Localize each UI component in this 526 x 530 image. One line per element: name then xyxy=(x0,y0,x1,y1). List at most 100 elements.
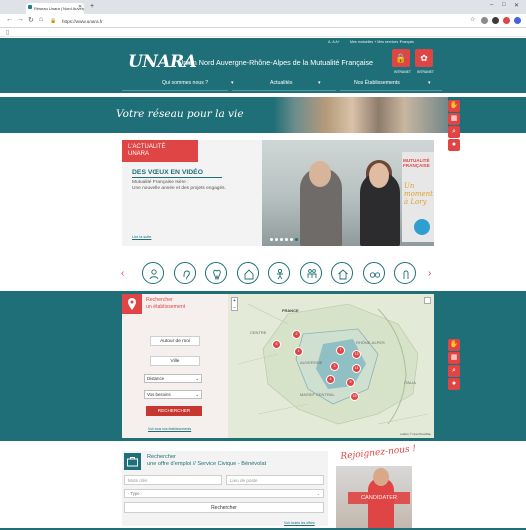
map-cluster[interactable]: 4 xyxy=(326,375,335,384)
zoom-control[interactable]: + − xyxy=(231,297,238,311)
slide-dot[interactable] xyxy=(290,238,293,241)
poster-script: Un moment à Lory xyxy=(404,182,433,206)
map-label: CENTRE xyxy=(250,330,267,335)
building-icon[interactable]: ▦ xyxy=(448,113,460,125)
map-cluster[interactable]: 2 xyxy=(292,330,301,339)
lock-icon: 🔒 xyxy=(395,53,407,63)
extension-icon[interactable] xyxy=(481,17,488,24)
briefcase-icon xyxy=(124,453,141,470)
family-icon[interactable] xyxy=(300,262,322,284)
favicon-icon xyxy=(28,5,32,9)
map-label: MASSIF CENTRAL xyxy=(300,392,335,397)
zoom-out-button[interactable]: − xyxy=(232,305,237,312)
finder-title: Rechercher xyxy=(146,297,173,303)
home-icon[interactable]: ⌂ xyxy=(39,16,43,23)
around-me-button[interactable]: Autour de moi xyxy=(150,336,200,346)
menu-about[interactable]: Qui sommes nous ? xyxy=(162,80,208,86)
search-button[interactable]: RECHERCHER xyxy=(146,406,202,416)
map-attribution[interactable]: Leaflet | © OpenStreetMap xyxy=(400,433,431,436)
fullscreen-icon[interactable] xyxy=(424,297,431,304)
distance-select[interactable]: Distance ⌄ xyxy=(144,374,202,383)
hook-icon[interactable] xyxy=(394,262,416,284)
menu-divider xyxy=(122,90,228,91)
extension-icon[interactable] xyxy=(492,17,499,24)
close-window-icon[interactable]: ✕ xyxy=(514,2,519,9)
child-icon[interactable] xyxy=(268,262,290,284)
forward-arrow-icon[interactable]: → xyxy=(17,16,24,23)
home-care-icon[interactable] xyxy=(237,262,259,284)
map-cluster[interactable]: 9 xyxy=(346,378,355,387)
browser-tab[interactable]: Réseau Unara | Nord Auvergne xyxy=(26,3,84,14)
location-pin-icon[interactable]: ● xyxy=(448,139,460,151)
search-icon[interactable]: ⌕ xyxy=(448,126,460,138)
type-select[interactable]: - Type - ⌄ xyxy=(124,489,324,498)
news-tag-subtitle: UNARA xyxy=(128,151,150,157)
slide-dot[interactable] xyxy=(275,238,278,241)
map-cluster[interactable]: 7 xyxy=(336,346,345,355)
apply-button[interactable]: CANDIDATER xyxy=(348,492,410,504)
menu-establishments[interactable]: Nos Établissements xyxy=(354,80,400,86)
font-size-toggle[interactable]: A- A A+ xyxy=(328,40,340,44)
slide-dot-active[interactable] xyxy=(295,238,298,241)
house-icon[interactable] xyxy=(331,262,353,284)
language-select[interactable]: Français xyxy=(400,40,414,44)
all-offers-link[interactable]: Voir toutes les offres xyxy=(284,521,315,525)
slide-dot[interactable] xyxy=(270,238,273,241)
finder-subtitle: un établissement xyxy=(146,304,186,310)
intranet-button[interactable]: 🔒 xyxy=(392,49,410,67)
map-cluster[interactable]: 6 xyxy=(272,340,281,349)
bookmark-folder-icon[interactable]: ▯ xyxy=(6,29,9,36)
all-establishments-link[interactable]: Voir tous nos établissements xyxy=(148,427,191,431)
handshake-icon[interactable]: ✋ xyxy=(448,100,460,112)
slide-dot[interactable] xyxy=(285,238,288,241)
map-cluster[interactable]: 15 xyxy=(350,392,359,401)
handshake-icon[interactable]: ✋ xyxy=(448,339,460,351)
hero-photo xyxy=(274,97,448,133)
jobs-search-button[interactable]: Rechercher xyxy=(124,502,324,513)
maximize-icon[interactable]: □ xyxy=(502,2,506,8)
building-icon[interactable]: ▦ xyxy=(448,352,460,364)
minimize-icon[interactable]: – xyxy=(490,2,493,8)
chevron-down-icon: ⌄ xyxy=(195,392,199,397)
slide-dot[interactable] xyxy=(280,238,283,241)
extension-icon[interactable] xyxy=(503,17,510,24)
map-cluster[interactable]: 14 xyxy=(352,364,361,373)
location-pin-icon xyxy=(122,294,142,314)
needs-select[interactable]: Vos besoins ⌄ xyxy=(144,390,202,399)
dental-icon[interactable] xyxy=(205,262,227,284)
tab-close-icon[interactable]: ✕ xyxy=(78,4,82,10)
keywords-input[interactable]: Mots clés xyxy=(124,475,222,485)
menu-news[interactable]: Actualités xyxy=(270,80,293,86)
carousel-next-icon[interactable]: › xyxy=(428,268,431,279)
city-field[interactable]: Ville xyxy=(150,356,200,366)
care-icon[interactable] xyxy=(142,262,164,284)
carousel-prev-icon[interactable]: ‹ xyxy=(121,268,124,279)
reload-icon[interactable]: ↻ xyxy=(28,16,34,24)
address-bar[interactable]: https://www.unara.fr xyxy=(62,17,422,26)
new-tab-icon[interactable]: + xyxy=(90,3,94,10)
hearing-icon[interactable] xyxy=(174,262,196,284)
chevron-down-icon: ▾ xyxy=(231,80,234,86)
news-headline[interactable]: DES VŒUX EN VIDÉO xyxy=(132,169,203,176)
map-cluster[interactable]: 3 xyxy=(330,362,339,371)
map-cluster[interactable]: 13 xyxy=(352,350,361,359)
news-tag-title: L'ACTUALITÉ xyxy=(128,144,166,150)
location-pin-icon[interactable]: ● xyxy=(448,378,460,390)
network-button[interactable]: ✿ xyxy=(415,49,433,67)
network-label: INTRANET xyxy=(417,70,434,74)
hero-slogan: Votre réseau pour la vie xyxy=(116,108,244,120)
map-cluster[interactable]: 1 xyxy=(294,347,303,356)
star-icon[interactable]: ☆ xyxy=(470,16,475,23)
needs-value: Vos besoins xyxy=(147,392,171,397)
read-more-link[interactable]: Lire la suite xyxy=(132,235,151,239)
search-icon[interactable]: ⌕ xyxy=(448,365,460,377)
lock-icon: 🔒 xyxy=(50,18,57,24)
place-input[interactable]: Lieu de poste xyxy=(226,475,324,485)
map-label: ITALIA xyxy=(404,380,416,385)
profile-icon[interactable] xyxy=(514,17,521,24)
menu-divider xyxy=(232,90,336,91)
optical-icon[interactable] xyxy=(363,262,385,284)
back-arrow-icon[interactable]: ← xyxy=(6,16,13,23)
person-head xyxy=(309,161,331,187)
services-links[interactable]: Mes mutuelles + Mes services + xyxy=(350,40,401,44)
